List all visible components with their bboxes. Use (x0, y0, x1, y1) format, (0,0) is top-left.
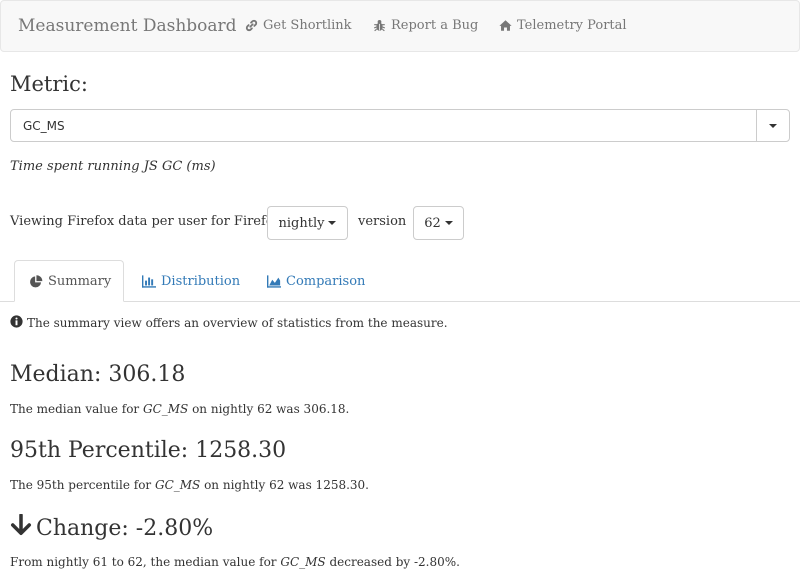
p95-metric: GC_MS (154, 478, 201, 492)
p95-text-post: on nightly 62 was 1258.30. (200, 478, 369, 492)
median-text-post: on nightly 62 was 306.18. (188, 402, 350, 416)
info-circle-icon (10, 315, 23, 331)
summary-info: The summary view offers an overview of s… (10, 315, 448, 331)
tab-summary[interactable]: Summary (14, 260, 124, 302)
median-heading: Median: 306.18 (10, 362, 186, 387)
metric-select[interactable]: GC_MS (10, 109, 790, 142)
summary-info-text: The summary view offers an overview of s… (27, 316, 448, 330)
caret-down-icon (328, 221, 337, 225)
change-heading: Change: -2.80% (36, 515, 214, 541)
caret-down-icon (769, 123, 777, 128)
p95-text-pre: The 95th percentile for (10, 478, 155, 492)
brand[interactable]: Measurement Dashboard (18, 16, 237, 36)
get-shortlink-label: Get Shortlink (263, 18, 352, 33)
metric-description: Time spent running JS GC (ms) (10, 159, 216, 174)
change-text: From nightly 61 to 62, the median value … (10, 555, 460, 569)
median-text: The median value for GC_MS on nightly 62… (10, 402, 349, 416)
metric-select-toggle[interactable] (756, 110, 789, 141)
home-icon (499, 19, 512, 32)
version-dropdown-label: 62 (424, 215, 441, 231)
version-label: version (358, 214, 407, 229)
p95-text: The 95th percentile for GC_MS on nightly… (10, 478, 369, 492)
telemetry-portal-link[interactable]: Telemetry Portal (499, 18, 627, 33)
metric-label: Metric: (10, 72, 88, 96)
tab-comparison-label: Comparison (286, 273, 366, 289)
p95-heading: 95th Percentile: 1258.30 (10, 438, 287, 463)
channel-dropdown-label: nightly (278, 215, 325, 231)
link-icon (245, 19, 258, 32)
channel-dropdown[interactable]: nightly (267, 206, 348, 240)
tab-distribution-label: Distribution (161, 273, 241, 289)
change-metric: GC_MS (280, 555, 326, 569)
change-heading-row: Change: -2.80% (10, 513, 214, 542)
area-chart-icon (267, 274, 281, 288)
report-bug-label: Report a Bug (391, 18, 479, 33)
caret-down-icon (444, 221, 453, 225)
tab-distribution[interactable]: Distribution (128, 260, 254, 302)
bug-icon (373, 19, 386, 32)
version-dropdown[interactable]: 62 (413, 206, 464, 240)
arrow-down-icon (10, 513, 32, 542)
median-text-pre: The median value for (10, 402, 143, 416)
metric-select-value: GC_MS (23, 119, 65, 133)
median-metric: GC_MS (142, 402, 189, 416)
change-text-pre: From nightly 61 to 62, the median value … (10, 555, 281, 569)
navbar: Measurement Dashboard Get Shortlink Repo… (0, 0, 800, 52)
report-bug-link[interactable]: Report a Bug (373, 18, 478, 33)
telemetry-portal-label: Telemetry Portal (517, 18, 627, 33)
viewing-text: Viewing Firefox data per user for Firefo… (10, 214, 281, 229)
tab-comparison[interactable]: Comparison (253, 260, 379, 302)
change-text-post: decreased by -2.80%. (325, 555, 460, 569)
get-shortlink-link[interactable]: Get Shortlink (245, 18, 352, 33)
pie-chart-icon (29, 274, 43, 288)
bar-chart-icon (142, 274, 156, 288)
tab-summary-label: Summary (48, 273, 112, 289)
